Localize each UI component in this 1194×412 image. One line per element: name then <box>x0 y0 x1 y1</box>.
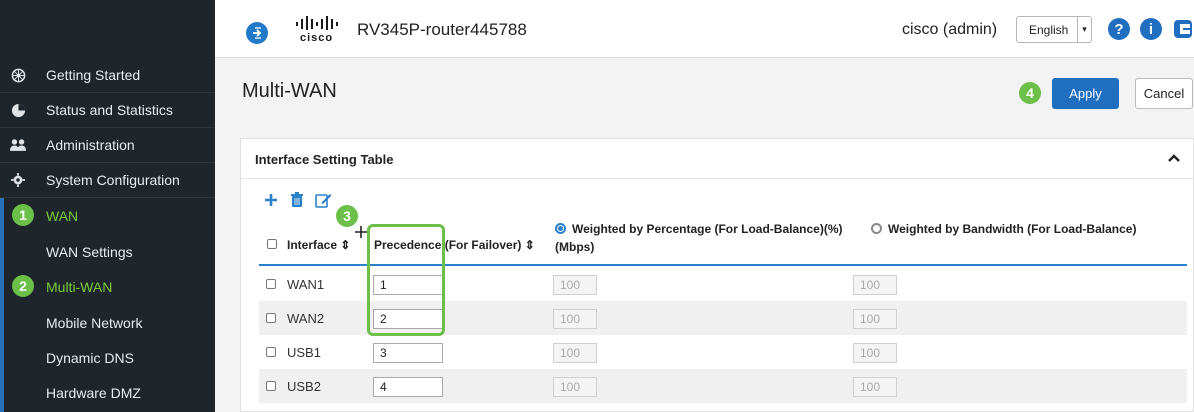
bandwidth-input <box>853 309 897 329</box>
cancel-button[interactable]: Cancel <box>1135 78 1193 109</box>
sidebar-item-label: Multi-WAN <box>46 278 113 295</box>
page-title-bar: Multi-WAN 4 Apply Cancel <box>215 58 1194 130</box>
sidebar-item-getting-started[interactable]: Getting Started <box>0 58 215 93</box>
sidebar-item-dynamic-dns[interactable]: Dynamic DNS <box>0 340 215 375</box>
move-cursor-icon <box>355 225 367 238</box>
step-badge: 3 <box>336 205 358 227</box>
radio-selected[interactable] <box>555 223 566 234</box>
apply-button[interactable]: Apply <box>1052 78 1119 109</box>
sidebar-item-label: WAN Settings <box>46 243 133 260</box>
table-row: USB1 <box>259 335 1187 369</box>
sidebar-item-wan[interactable]: 1 WAN <box>0 198 215 233</box>
column-header-label: Weighted by Percentage (For Load-Balance… <box>572 222 843 236</box>
sidebar-item-label: Administration <box>46 137 135 153</box>
sidebar-item-label: Getting Started <box>46 67 141 83</box>
question-icon[interactable]: ? <box>1108 18 1130 40</box>
step-badge: 2 <box>12 275 34 297</box>
sidebar-item-wan-settings[interactable]: WAN Settings <box>0 234 215 269</box>
sidebar-item-multi-wan[interactable]: 2 Multi-WAN <box>0 269 215 304</box>
dropdown-arrow-icon: ▾ <box>1077 17 1091 42</box>
interface-name: USB2 <box>287 379 321 394</box>
table-row: USB2 <box>259 369 1187 403</box>
row-checkbox[interactable] <box>266 279 276 289</box>
column-header-interface[interactable]: Interface ⇕ <box>287 238 350 252</box>
percentage-input <box>553 309 597 329</box>
language-select[interactable]: English ▾ <box>1016 16 1092 43</box>
sidebar-item-mobile-network[interactable]: Mobile Network <box>0 305 215 340</box>
precedence-highlight-box <box>367 224 445 336</box>
select-all-checkbox[interactable] <box>267 239 277 249</box>
gear-spoke-icon <box>10 67 26 83</box>
percentage-input <box>553 343 597 363</box>
row-checkbox[interactable] <box>266 381 276 391</box>
column-header-weighted-percentage[interactable]: Weighted by Percentage (For Load-Balance… <box>555 222 843 236</box>
sidebar-item-label: Mobile Network <box>46 314 143 331</box>
trash-icon[interactable] <box>289 192 305 208</box>
radio-unselected[interactable] <box>871 223 882 234</box>
percentage-input <box>553 275 597 295</box>
precedence-input[interactable] <box>373 377 443 397</box>
add-icon[interactable] <box>263 192 279 208</box>
gear-icon <box>10 172 26 188</box>
pie-chart-icon <box>10 102 26 118</box>
bandwidth-input <box>853 275 897 295</box>
sidebar-item-administration[interactable]: Administration <box>0 128 215 163</box>
top-header: cisco RV345P-router445788 cisco (admin) … <box>215 0 1194 58</box>
device-name: RV345P-router445788 <box>357 20 527 39</box>
interface-name: USB1 <box>287 345 321 360</box>
sidebar-item-system-configuration[interactable]: System Configuration <box>0 163 215 198</box>
column-header-label: Weighted by Bandwidth (For Load-Balance) <box>888 222 1137 236</box>
info-icon[interactable]: i <box>1140 18 1162 40</box>
interface-name: WAN2 <box>287 311 325 326</box>
logout-icon[interactable] <box>1172 18 1194 40</box>
panel-header[interactable]: Interface Setting Table <box>241 139 1194 179</box>
sidebar: Getting Started Status and Statistics Ad… <box>0 0 215 412</box>
page-title: Multi-WAN <box>242 80 337 102</box>
sidebar-item-label: System Configuration <box>46 172 180 188</box>
column-header-weighted-bandwidth[interactable]: Weighted by Bandwidth (For Load-Balance) <box>871 222 1136 236</box>
bandwidth-input <box>853 343 897 363</box>
menu-toggle-icon[interactable] <box>246 22 268 44</box>
sidebar-item-label: Dynamic DNS <box>46 349 134 366</box>
cisco-brand-text: cisco <box>300 32 334 44</box>
row-checkbox[interactable] <box>266 313 276 323</box>
precedence-input[interactable] <box>373 343 443 363</box>
user-name: cisco (admin) <box>902 21 998 38</box>
sidebar-item-label: WAN <box>46 207 79 224</box>
percentage-input <box>553 377 597 397</box>
edit-icon[interactable] <box>315 192 332 208</box>
bandwidth-input <box>853 377 897 397</box>
row-checkbox[interactable] <box>266 347 276 357</box>
sidebar-item-label: Status and Statistics <box>46 102 173 118</box>
step-badge: 4 <box>1019 82 1041 104</box>
users-icon <box>10 137 26 153</box>
panel-title: Interface Setting Table <box>255 152 394 167</box>
sidebar-item-hardware-dmz[interactable]: Hardware DMZ <box>0 375 215 410</box>
chevron-up-icon[interactable] <box>1167 151 1181 165</box>
sidebar-item-label: Hardware DMZ <box>46 384 141 401</box>
step-badge: 1 <box>12 204 34 226</box>
interface-name: WAN1 <box>287 277 325 292</box>
language-value: English <box>1029 23 1069 37</box>
sidebar-item-status-statistics[interactable]: Status and Statistics <box>0 93 215 128</box>
mbps-label: (Mbps) <box>555 240 595 254</box>
